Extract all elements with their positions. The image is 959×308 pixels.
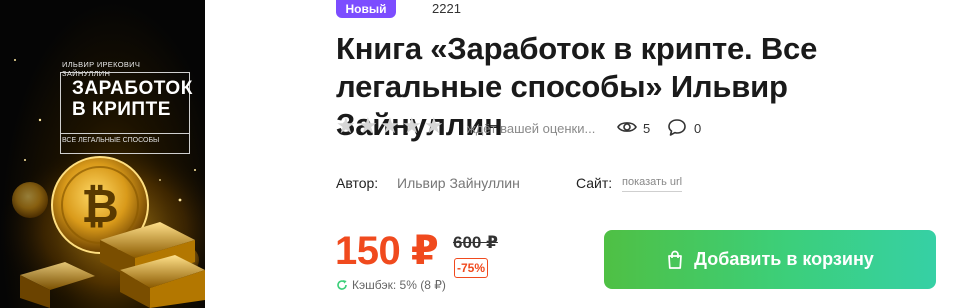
cover-subtitle: ВСЕ ЛЕГАЛЬНЫЕ СПОСОБЫ	[62, 137, 160, 144]
star-icon[interactable]: ★	[380, 115, 400, 137]
star-icon[interactable]: ★	[424, 115, 444, 137]
add-to-cart-label: Добавить в корзину	[694, 249, 874, 269]
star-icon[interactable]: ★	[336, 115, 356, 137]
old-price: 600 ₽	[453, 233, 498, 252]
rating-stars[interactable]: ★ ★ ★ ★ ★	[336, 115, 444, 137]
discount-badge: -75%	[454, 258, 488, 278]
site-label: Сайт:	[576, 175, 613, 191]
rating-status: ждёт вашей оценки...	[467, 121, 596, 136]
refresh-icon	[337, 280, 347, 290]
comment-icon[interactable]	[667, 118, 687, 137]
add-to-cart-button[interactable]: Добавить в корзину	[604, 230, 936, 289]
product-id: 2221	[432, 1, 461, 16]
cashback-info: Кэшбэк: 5% (8 ₽)	[352, 278, 446, 292]
author-label: Автор:	[336, 175, 379, 191]
eye-icon	[617, 122, 637, 132]
svg-text:₿: ₿	[81, 179, 119, 233]
comments-count: 0	[694, 121, 702, 136]
star-icon[interactable]: ★	[402, 115, 422, 137]
current-price: 150 ₽	[335, 229, 439, 273]
cover-title-line2: В КРИПТЕ	[72, 99, 171, 120]
book-cover[interactable]: ₿ ИЛЬВИР ИРЕКОВИЧ ЗАЙНУЛЛИН ЗАРАБОТОК В …	[0, 0, 205, 308]
cover-title: ЗАРАБОТОК В КРИПТЕ	[72, 78, 193, 120]
show-url-link[interactable]: показать url	[622, 176, 683, 192]
author-name[interactable]: Ильвир Зайнуллин	[397, 175, 520, 191]
cover-title-line1: ЗАРАБОТОК	[72, 78, 193, 99]
cover-artwork: ₿	[0, 59, 205, 308]
star-icon[interactable]: ★	[358, 115, 378, 137]
shopping-bag-icon	[668, 250, 683, 269]
views-count: 5	[643, 121, 651, 136]
new-badge: Новый	[336, 0, 396, 18]
